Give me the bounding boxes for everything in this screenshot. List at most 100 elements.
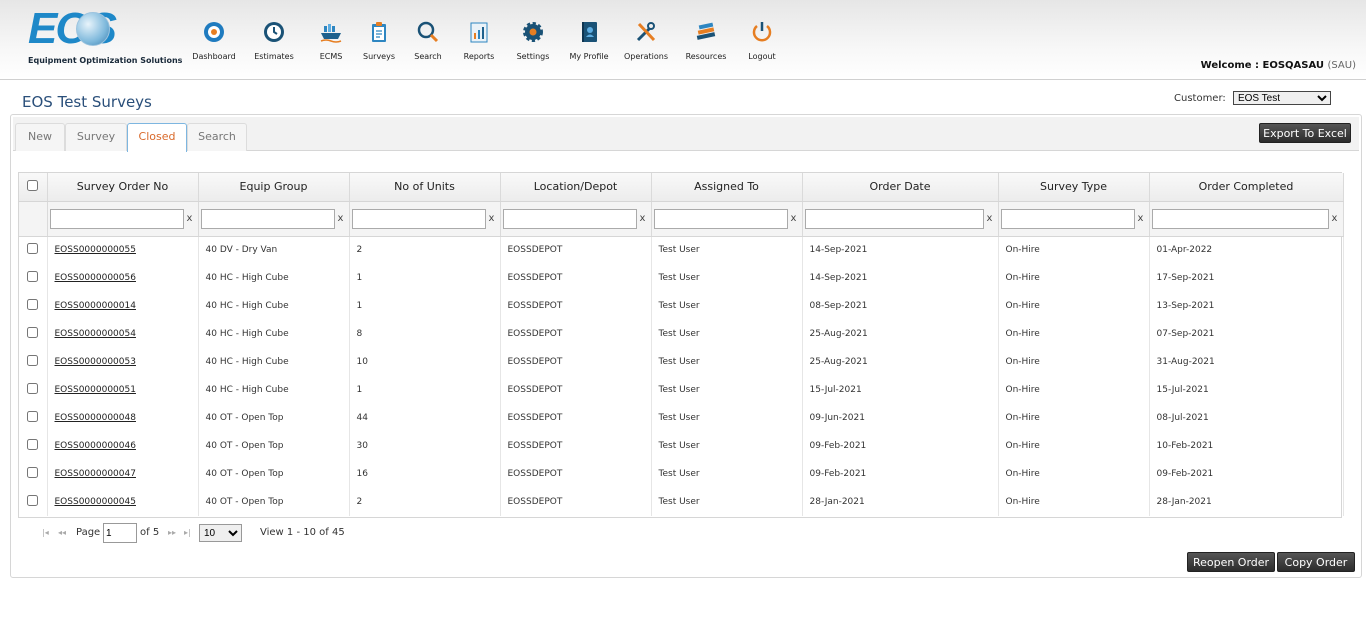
table-row[interactable]: EOSS0000000046 40 OT - Open Top 30 EOSSDEPO… [19,432,1344,460]
page-size-select[interactable]: 10 [199,524,242,542]
column-filter-input[interactable] [1000,208,1135,229]
table-cell: 40 OT - Open Top [198,488,350,516]
filter-cell: x [47,201,199,237]
clear-filter-icon[interactable]: x [790,213,798,224]
column-header[interactable]: Equip Group [198,173,350,202]
column-filter-input[interactable] [1151,208,1329,229]
row-checkbox[interactable] [27,438,39,450]
survey-order-link[interactable]: EOSS0000000051 [55,385,136,395]
survey-order-link[interactable]: EOSS0000000014 [55,301,136,311]
prev-page-icon[interactable]: ◂◂ [58,528,66,537]
clear-filter-icon[interactable]: x [986,213,994,224]
table-row[interactable]: EOSS0000000014 40 HC - High Cube 1 EOSSDEPO… [19,292,1344,320]
last-page-icon[interactable]: ▸| [184,528,191,537]
row-checkbox[interactable] [27,270,39,282]
table-cell: Test User [651,376,803,404]
customer-select[interactable]: EOS Test [1232,91,1331,105]
column-filter-input[interactable] [351,208,486,229]
row-select-cell [19,376,48,404]
clear-filter-icon[interactable]: x [488,213,496,224]
nav-label: Resources [685,52,727,61]
column-header[interactable]: Location/Depot [500,173,652,202]
row-checkbox[interactable] [27,410,39,422]
grid-pager: |◂ ◂◂ Page of 5 ▸▸ ▸| 10 View 1 - 10 of … [18,517,1342,548]
customer-selector: Customer: EOS Test [1174,91,1331,105]
table-row[interactable]: EOSS0000000047 40 OT - Open Top 16 EOSSDEPO… [19,460,1344,488]
table-cell: On-Hire [998,348,1150,376]
column-header[interactable]: Survey Type [998,173,1150,202]
column-filter-input[interactable] [200,208,335,229]
table-row[interactable]: EOSS0000000053 40 HC - High Cube 10 EOSSDEP… [19,348,1344,376]
tab-survey[interactable]: Survey [65,123,127,151]
next-page-icon[interactable]: ▸▸ [168,528,176,537]
clear-filter-icon[interactable]: x [337,213,345,224]
clear-filter-icon[interactable]: x [639,213,647,224]
row-checkbox[interactable] [27,326,39,338]
table-cell: Test User [651,264,803,292]
column-header[interactable]: Order Completed [1149,173,1344,202]
nav-my-profile[interactable]: My Profile [559,20,619,61]
table-row[interactable]: EOSS0000000051 40 HC - High Cube 1 EOSSDEPO… [19,376,1344,404]
table-cell: 31-Aug-2021 [1149,348,1344,376]
row-select-cell [19,432,48,460]
report-icon [467,20,491,44]
clear-filter-icon[interactable]: x [186,213,194,224]
copy-order-button[interactable]: Copy Order [1277,552,1355,572]
table-row[interactable]: EOSS0000000056 40 HC - High Cube 1 EOSSDEPO… [19,264,1344,292]
survey-order-link[interactable]: EOSS0000000046 [55,441,136,451]
row-select-cell [19,488,48,516]
nav-settings[interactable]: Settings [503,20,563,61]
nav-logout[interactable]: Logout [732,20,792,61]
row-checkbox[interactable] [27,494,39,506]
nav-dashboard[interactable]: Dashboard [184,20,244,61]
table-row[interactable]: EOSS0000000045 40 OT - Open Top 2 EOSSDEPOT… [19,488,1344,516]
nav-operations[interactable]: Operations [616,20,676,61]
clear-filter-icon[interactable]: x [1137,213,1145,224]
table-cell: EOSS0000000014 [47,292,199,320]
table-cell: Test User [651,348,803,376]
nav-resources[interactable]: Resources [676,20,736,61]
tab-search[interactable]: Search [187,123,247,151]
table-row[interactable]: EOSS0000000054 40 HC - High Cube 8 EOSSDEPO… [19,320,1344,348]
table-row[interactable]: EOSS0000000048 40 OT - Open Top 44 EOSSDEPO… [19,404,1344,432]
table-cell: Test User [651,432,803,460]
page-number-input[interactable] [103,523,137,543]
reopen-order-button[interactable]: Reopen Order [1187,552,1275,572]
row-checkbox[interactable] [27,466,39,478]
row-checkbox[interactable] [27,242,39,254]
table-cell: 14-Sep-2021 [802,236,999,264]
row-checkbox[interactable] [27,354,39,366]
column-filter-input[interactable] [804,208,984,229]
row-checkbox[interactable] [27,382,39,394]
clear-filter-icon[interactable]: x [1331,213,1339,224]
column-header[interactable]: Order Date [802,173,999,202]
tab-new[interactable]: New [15,123,65,151]
nav-estimates[interactable]: Estimates [244,20,304,61]
column-filter-input[interactable] [502,208,637,229]
survey-order-link[interactable]: EOSS0000000045 [55,497,136,507]
survey-order-link[interactable]: EOSS0000000054 [55,329,136,339]
survey-order-link[interactable]: EOSS0000000047 [55,469,136,479]
survey-order-link[interactable]: EOSS0000000048 [55,413,136,423]
export-to-excel-button[interactable]: Export To Excel [1259,123,1351,143]
row-checkbox[interactable] [27,298,39,310]
column-filter-input[interactable] [653,208,788,229]
tab-closed[interactable]: Closed [127,123,187,152]
eos-logo[interactable]: EOS Equipment Optimization Solutions [26,4,182,68]
column-filter-input[interactable] [49,208,184,229]
surveys-panel: New Survey Closed Search Export To Excel… [10,114,1362,578]
column-header[interactable]: Assigned To [651,173,803,202]
column-header[interactable]: No of Units [349,173,501,202]
survey-order-link[interactable]: EOSS0000000055 [55,245,136,255]
nav-reports[interactable]: Reports [449,20,509,61]
table-cell: 15-Jul-2021 [1149,376,1344,404]
table-row[interactable]: EOSS0000000055 40 DV - Dry Van 2 EOSSDEPOT T… [19,236,1344,264]
column-header[interactable]: Survey Order No [47,173,199,202]
survey-order-link[interactable]: EOSS0000000053 [55,357,136,367]
grid-header-row: Survey Order No Equip Group No of Units Loc… [19,173,1344,202]
row-select-cell [19,292,48,320]
first-page-icon[interactable]: |◂ [42,528,49,537]
select-all-checkbox[interactable] [27,180,39,192]
survey-order-link[interactable]: EOSS0000000056 [55,273,136,283]
tools-icon [634,20,658,44]
